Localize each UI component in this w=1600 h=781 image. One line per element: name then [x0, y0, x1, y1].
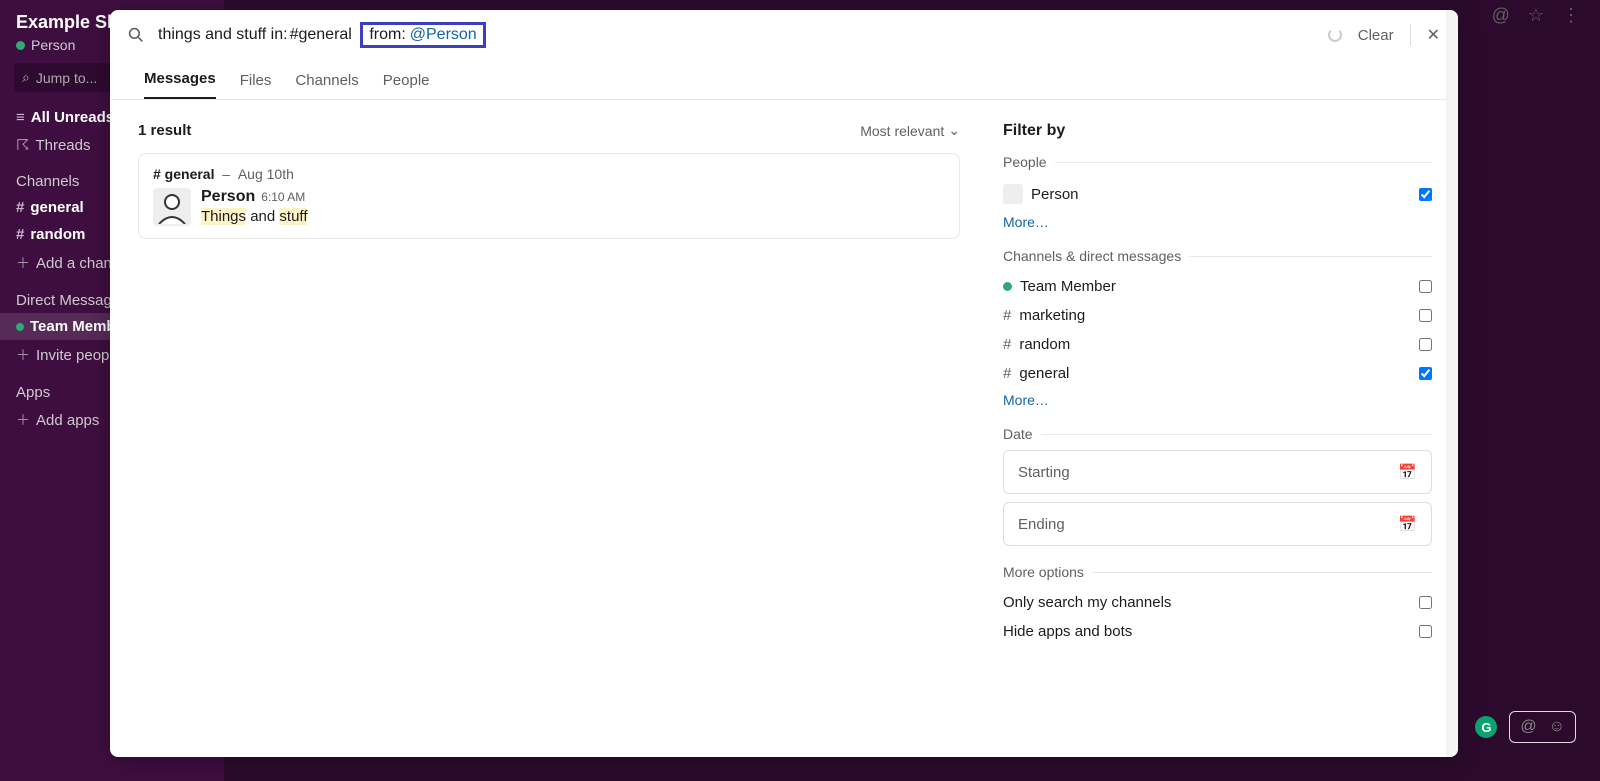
message-text: Things and stuff [201, 208, 307, 225]
search-bar: things and stuff in:#general from:@Perso… [110, 10, 1458, 60]
mention-button[interactable]: @ [1520, 718, 1536, 736]
jump-icon: ⌕ [22, 69, 30, 86]
person-checkbox[interactable] [1419, 188, 1432, 201]
filter-general[interactable]: #general [1003, 359, 1432, 388]
filter-date-label: Date [1003, 426, 1432, 442]
avatar [153, 188, 191, 226]
filter-checkbox[interactable] [1419, 625, 1432, 638]
message-author: Person [201, 188, 255, 205]
avatar-small [1003, 184, 1023, 204]
hash-icon: # [16, 199, 24, 216]
chevron-down-icon: ⌄ [948, 122, 960, 139]
emoji-button[interactable]: ☺ [1549, 718, 1565, 736]
filter-team-member[interactable]: Team Member [1003, 272, 1432, 301]
result-meta: # general – Aug 10th [153, 166, 945, 182]
filter-only-my-channels[interactable]: Only search my channels [1003, 588, 1432, 617]
composer-actions: G @ ☺ [1475, 711, 1576, 743]
mentions-icon[interactable]: @ [1492, 5, 1510, 26]
more-icon[interactable]: ⋮ [1562, 5, 1580, 26]
starting-date-input[interactable]: Starting📅 [1003, 450, 1432, 494]
thread-icon: ☈ [16, 136, 29, 154]
close-search-button[interactable]: ✕ [1427, 25, 1440, 45]
presence-dot-icon [16, 41, 25, 50]
plus-icon: ＋ [16, 253, 30, 273]
tab-channels[interactable]: Channels [295, 72, 358, 99]
grammarly-icon[interactable]: G [1475, 716, 1497, 738]
more-channels-link[interactable]: More… [1003, 392, 1432, 408]
scrollbar[interactable] [1446, 100, 1458, 757]
filter-checkbox[interactable] [1419, 309, 1432, 322]
clear-search-button[interactable]: Clear [1358, 27, 1394, 44]
filter-cdm-label: Channels & direct messages [1003, 248, 1432, 264]
more-people-link[interactable]: More… [1003, 214, 1432, 230]
filter-checkbox[interactable] [1419, 280, 1432, 293]
sort-dropdown[interactable]: Most relevant⌄ [860, 122, 960, 139]
filter-people-label: People [1003, 154, 1432, 170]
filter-title: Filter by [1003, 122, 1432, 140]
divider [1410, 24, 1411, 46]
search-tabs: Messages Files Channels People [110, 60, 1458, 100]
calendar-icon: 📅 [1398, 515, 1417, 533]
filter-random[interactable]: #random [1003, 330, 1432, 359]
presence-dot-icon [16, 323, 24, 331]
search-result-message[interactable]: # general – Aug 10th Person 6:10 AM Thing… [138, 153, 960, 239]
calendar-icon: 📅 [1398, 463, 1417, 481]
search-icon [128, 27, 144, 43]
filter-person[interactable]: Person [1003, 178, 1432, 210]
search-query[interactable]: things and stuff in:#general from:@Perso… [158, 22, 1314, 48]
tab-people[interactable]: People [383, 72, 430, 99]
tab-files[interactable]: Files [240, 72, 272, 99]
result-count: 1 result [138, 122, 191, 139]
message-time: 6:10 AM [261, 190, 305, 204]
hash-icon: # [1003, 307, 1011, 324]
ending-date-input[interactable]: Ending📅 [1003, 502, 1432, 546]
plus-icon: ＋ [16, 410, 30, 430]
search-results: 1 result Most relevant⌄ # general – Aug … [110, 100, 988, 757]
list-icon: ≡ [16, 109, 25, 126]
presence-dot-icon [1003, 282, 1012, 291]
filter-checkbox[interactable] [1419, 367, 1432, 380]
filter-panel: Filter by People Person More… Channels &… [988, 100, 1458, 757]
filter-more-options-label: More options [1003, 564, 1432, 580]
tab-messages[interactable]: Messages [144, 70, 216, 99]
filter-checkbox[interactable] [1419, 596, 1432, 609]
from-filter-token[interactable]: from:@Person [360, 22, 485, 48]
hash-icon: # [1003, 365, 1011, 382]
star-icon[interactable]: ☆ [1528, 5, 1544, 26]
plus-icon: ＋ [16, 345, 30, 365]
hash-icon: # [1003, 336, 1011, 353]
loading-spinner-icon [1328, 28, 1342, 42]
header-actions: @ ☆ ⋮ [1490, 0, 1600, 30]
filter-marketing[interactable]: #marketing [1003, 301, 1432, 330]
filter-hide-bots[interactable]: Hide apps and bots [1003, 617, 1432, 646]
search-modal: things and stuff in:#general from:@Perso… [110, 10, 1458, 757]
filter-checkbox[interactable] [1419, 338, 1432, 351]
hash-icon: # [16, 226, 24, 243]
